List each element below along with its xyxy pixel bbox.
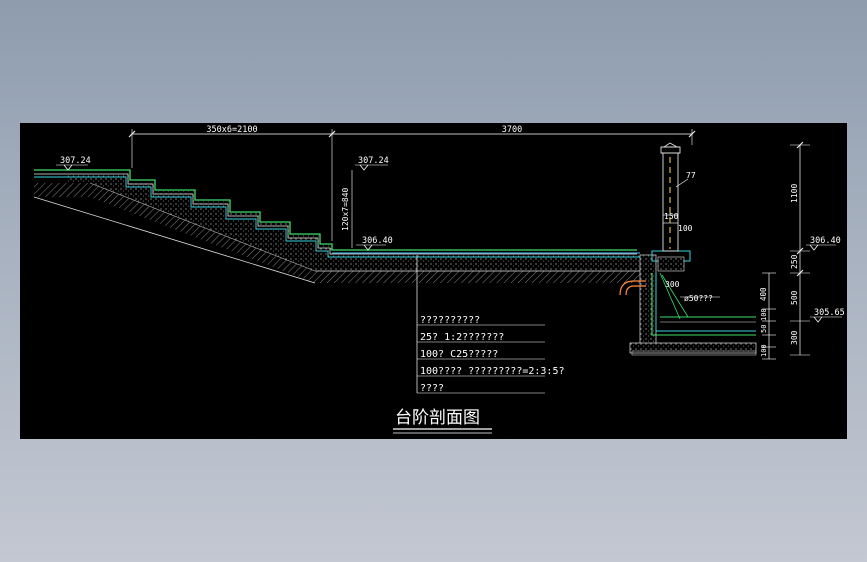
section-drawing: 350x6=2100 3700 120x7=840 307.24 307.24 …: [33, 125, 845, 434]
dim-top-left: 350x6=2100: [206, 125, 257, 135]
elev-landing: 306.40: [362, 236, 393, 246]
dim-100a: 100: [760, 308, 768, 321]
retaining-wall: [639, 254, 657, 346]
post-cap: [660, 142, 681, 154]
drawing-title: 台阶剖面图: [395, 408, 480, 428]
detail-channel-300: 300: [665, 280, 680, 289]
dim-400: 400: [759, 287, 768, 301]
channel-base: [629, 342, 757, 354]
dim-500: 500: [790, 290, 799, 305]
detail-post-150: 150: [664, 212, 679, 221]
cad-viewport[interactable]: 350x6=2100 3700 120x7=840 307.24 307.24 …: [20, 123, 847, 439]
elev-stair-top: 307.24: [358, 156, 389, 166]
layer-note-1: ??????????: [420, 315, 480, 326]
dim-250: 250: [790, 254, 799, 269]
detail-post-77: 77: [686, 171, 696, 180]
elev-pool: 305.65: [814, 308, 845, 318]
layer-note-5: ????: [420, 383, 444, 394]
dim-1100: 1100: [790, 184, 799, 203]
dim-top-right: 3700: [502, 125, 522, 135]
detail-post-100: 100: [678, 224, 693, 233]
elev-right-upper: 306.40: [810, 236, 841, 246]
dim-50: 50: [760, 325, 768, 333]
layer-note-3: 100? C25?????: [420, 349, 498, 360]
dim-300: 300: [790, 330, 799, 345]
detail-pipe: ø50???: [684, 294, 713, 303]
layer-note-4: 100???? ?????????=2:3:5?: [420, 366, 565, 377]
elev-top-left: 307.24: [60, 156, 91, 166]
dim-100b: 100: [760, 344, 768, 357]
dim-stair-rise: 120x7=840: [341, 187, 350, 231]
layer-note-2: 25? 1:2???????: [420, 332, 504, 343]
